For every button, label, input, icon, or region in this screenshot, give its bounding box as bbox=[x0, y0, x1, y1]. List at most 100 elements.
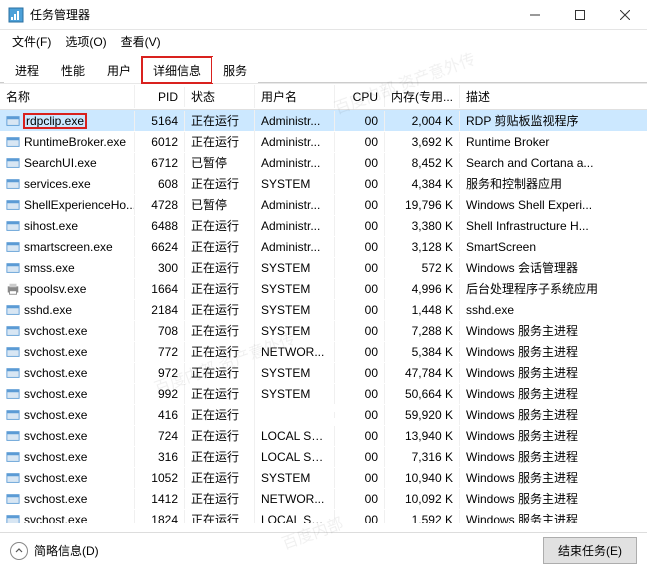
cell-memory: 3,128 K bbox=[385, 237, 460, 257]
process-name: svchost.exe bbox=[24, 471, 87, 485]
cell-description: Windows 服务主进程 bbox=[460, 382, 647, 405]
header-status[interactable]: 状态 bbox=[185, 85, 255, 108]
table-row[interactable]: smartscreen.exe6624正在运行Administr...003,1… bbox=[0, 236, 647, 257]
cell-name: svchost.exe bbox=[0, 405, 135, 425]
cell-pid: 4728 bbox=[135, 195, 185, 215]
table-row[interactable]: RuntimeBroker.exe6012正在运行Administr...003… bbox=[0, 131, 647, 152]
table-row[interactable]: svchost.exe708正在运行SYSTEM007,288 KWindows… bbox=[0, 320, 647, 341]
table-row[interactable]: sihost.exe6488正在运行Administr...003,380 KS… bbox=[0, 215, 647, 236]
cell-user: SYSTEM bbox=[255, 468, 335, 488]
cell-pid: 6712 bbox=[135, 153, 185, 173]
process-name: svchost.exe bbox=[24, 387, 87, 401]
process-name: svchost.exe bbox=[24, 429, 87, 443]
process-name: sshd.exe bbox=[24, 303, 72, 317]
cell-user: SYSTEM bbox=[255, 279, 335, 299]
table-row[interactable]: services.exe608正在运行SYSTEM004,384 K服务和控制器… bbox=[0, 173, 647, 194]
cell-user: NETWOR... bbox=[255, 342, 335, 362]
fewer-details-icon[interactable] bbox=[10, 542, 28, 560]
cell-user: Administr... bbox=[255, 216, 335, 236]
table-row[interactable]: sshd.exe2184正在运行SYSTEM001,448 Ksshd.exe bbox=[0, 299, 647, 320]
cell-pid: 992 bbox=[135, 384, 185, 404]
header-user[interactable]: 用户名 bbox=[255, 85, 335, 108]
cell-user: SYSTEM bbox=[255, 174, 335, 194]
cell-status: 正在运行 bbox=[185, 109, 255, 132]
close-button[interactable] bbox=[602, 0, 647, 30]
cell-cpu: 00 bbox=[335, 237, 385, 257]
cell-description: 后台处理程序子系统应用 bbox=[460, 277, 647, 300]
cell-user: Administr... bbox=[255, 237, 335, 257]
table-row[interactable]: SearchUI.exe6712已暂停Administr...008,452 K… bbox=[0, 152, 647, 173]
cell-status: 正在运行 bbox=[185, 277, 255, 300]
process-name: svchost.exe bbox=[24, 450, 87, 464]
table-row[interactable]: svchost.exe416正在运行0059,920 KWindows 服务主进… bbox=[0, 404, 647, 425]
cell-memory: 7,288 K bbox=[385, 321, 460, 341]
cell-description: Shell Infrastructure H... bbox=[460, 216, 647, 236]
tab-details[interactable]: 详细信息 bbox=[142, 57, 212, 83]
cell-description: Windows 服务主进程 bbox=[460, 319, 647, 342]
cell-cpu: 00 bbox=[335, 174, 385, 194]
minimize-button[interactable] bbox=[512, 0, 557, 30]
table-row[interactable]: svchost.exe1052正在运行SYSTEM0010,940 KWindo… bbox=[0, 467, 647, 488]
cell-cpu: 00 bbox=[335, 363, 385, 383]
tab-bar: 进程 性能 用户 详细信息 服务 bbox=[0, 52, 647, 83]
cell-name: ShellExperienceHo... bbox=[0, 195, 135, 215]
header-pid[interactable]: PID bbox=[135, 87, 185, 107]
cell-status: 正在运行 bbox=[185, 361, 255, 384]
process-name: sihost.exe bbox=[24, 219, 78, 233]
cell-description: Windows 服务主进程 bbox=[460, 487, 647, 510]
process-name: smss.exe bbox=[24, 261, 75, 275]
cell-status: 正在运行 bbox=[185, 298, 255, 321]
cell-name: svchost.exe bbox=[0, 363, 135, 383]
table-row[interactable]: smss.exe300正在运行SYSTEM00572 KWindows 会话管理… bbox=[0, 257, 647, 278]
header-cpu[interactable]: CPU bbox=[335, 87, 385, 107]
table-row[interactable]: svchost.exe724正在运行LOCAL SE...0013,940 KW… bbox=[0, 425, 647, 446]
end-task-button[interactable]: 结束任务(E) bbox=[543, 537, 637, 564]
maximize-button[interactable] bbox=[557, 0, 602, 30]
cell-user: SYSTEM bbox=[255, 321, 335, 341]
cell-pid: 608 bbox=[135, 174, 185, 194]
cell-description: RDP 剪贴板监视程序 bbox=[460, 109, 647, 132]
cell-memory: 3,380 K bbox=[385, 216, 460, 236]
header-name[interactable]: 名称 bbox=[0, 85, 135, 108]
process-name: svchost.exe bbox=[24, 366, 87, 380]
cell-description: Search and Cortana a... bbox=[460, 153, 647, 173]
cell-user: LOCAL SE... bbox=[255, 510, 335, 524]
fewer-details-label[interactable]: 简略信息(D) bbox=[34, 542, 99, 559]
tab-processes[interactable]: 进程 bbox=[4, 57, 50, 83]
cell-user: SYSTEM bbox=[255, 300, 335, 320]
cell-name: sshd.exe bbox=[0, 300, 135, 320]
cell-memory: 8,452 K bbox=[385, 153, 460, 173]
cell-cpu: 00 bbox=[335, 510, 385, 524]
cell-user: Administr... bbox=[255, 111, 335, 131]
menu-options[interactable]: 选项(O) bbox=[59, 31, 112, 52]
cell-description: SmartScreen bbox=[460, 237, 647, 257]
table-row[interactable]: ShellExperienceHo...4728已暂停Administr...0… bbox=[0, 194, 647, 215]
window-controls bbox=[512, 0, 647, 30]
table-row[interactable]: svchost.exe772正在运行NETWOR...005,384 KWind… bbox=[0, 341, 647, 362]
cell-status: 正在运行 bbox=[185, 508, 255, 523]
cell-pid: 972 bbox=[135, 363, 185, 383]
menu-view[interactable]: 查看(V) bbox=[115, 31, 167, 52]
cell-description: Windows Shell Experi... bbox=[460, 195, 647, 215]
tab-users[interactable]: 用户 bbox=[96, 57, 142, 83]
process-name: RuntimeBroker.exe bbox=[24, 135, 126, 149]
tab-services[interactable]: 服务 bbox=[212, 57, 258, 83]
header-description[interactable]: 描述 bbox=[460, 85, 647, 108]
process-table[interactable]: 名称 PID 状态 用户名 CPU 内存(专用... 描述 rdpclip.ex… bbox=[0, 83, 647, 523]
table-row[interactable]: svchost.exe992正在运行SYSTEM0050,664 KWindow… bbox=[0, 383, 647, 404]
process-name: spoolsv.exe bbox=[24, 282, 86, 296]
table-row[interactable]: svchost.exe1824正在运行LOCAL SE...001,592 KW… bbox=[0, 509, 647, 523]
table-row[interactable]: svchost.exe316正在运行LOCAL SE...007,316 KWi… bbox=[0, 446, 647, 467]
table-row[interactable]: spoolsv.exe1664正在运行SYSTEM004,996 K后台处理程序… bbox=[0, 278, 647, 299]
table-row[interactable]: rdpclip.exe5164正在运行Administr...002,004 K… bbox=[0, 110, 647, 131]
tab-performance[interactable]: 性能 bbox=[50, 57, 96, 83]
header-memory[interactable]: 内存(专用... bbox=[385, 85, 460, 108]
menu-file[interactable]: 文件(F) bbox=[6, 31, 57, 52]
table-row[interactable]: svchost.exe1412正在运行NETWOR...0010,092 KWi… bbox=[0, 488, 647, 509]
process-name: svchost.exe bbox=[24, 324, 87, 338]
task-manager-icon bbox=[8, 7, 24, 23]
table-row[interactable]: svchost.exe972正在运行SYSTEM0047,784 KWindow… bbox=[0, 362, 647, 383]
cell-user: LOCAL SE... bbox=[255, 426, 335, 446]
cell-status: 正在运行 bbox=[185, 466, 255, 489]
cell-name: svchost.exe bbox=[0, 342, 135, 362]
